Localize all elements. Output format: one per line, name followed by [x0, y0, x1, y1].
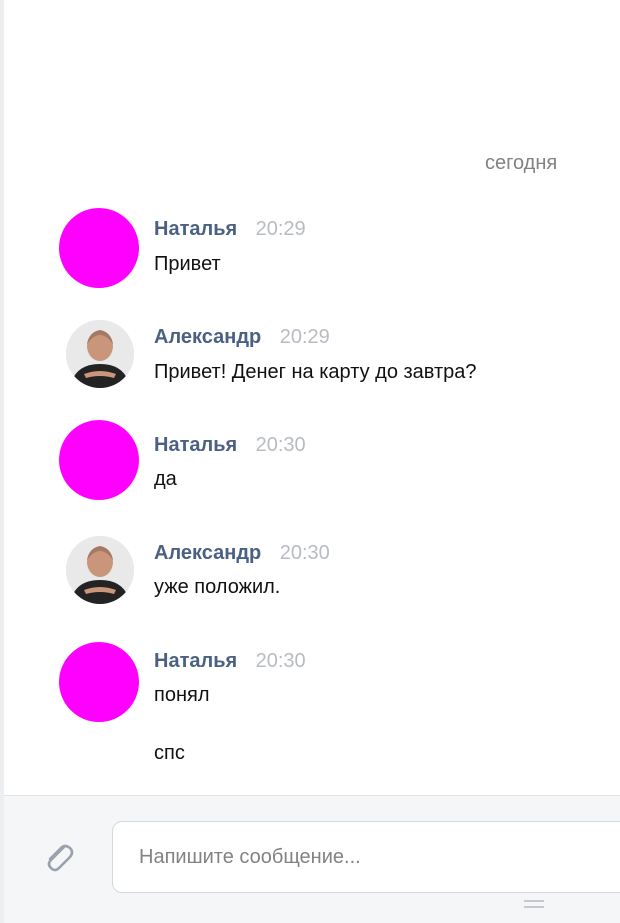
message-text: понял: [154, 684, 210, 706]
message-header: Наталья 20:30: [154, 650, 306, 676]
message-time[interactable]: 20:29: [280, 326, 330, 348]
message-header: Александр 20:30: [154, 542, 330, 568]
paperclip-icon[interactable]: [38, 837, 78, 877]
chat-history: сегодня Наталья 20:29 Привет Александр 2…: [4, 0, 620, 922]
resize-handle-icon[interactable]: [524, 900, 544, 908]
message-header: Наталья 20:29: [154, 218, 306, 244]
message-time[interactable]: 20:30: [256, 434, 306, 456]
message-time[interactable]: 20:30: [256, 650, 306, 672]
avatar-aleksandr[interactable]: [66, 536, 134, 604]
author-name[interactable]: Александр: [154, 326, 261, 348]
avatar-aleksandr[interactable]: [66, 320, 134, 388]
author-name[interactable]: Наталья: [154, 650, 237, 672]
message-text: Привет: [154, 253, 221, 275]
message-text: спс: [154, 742, 185, 764]
message-input[interactable]: Напишите сообщение...: [112, 821, 620, 893]
date-separator: сегодня: [485, 152, 558, 174]
author-name[interactable]: Наталья: [154, 434, 237, 456]
message-composer: Напишите сообщение...: [4, 795, 620, 923]
avatar-natalya[interactable]: [59, 208, 139, 288]
person-photo-icon: [66, 536, 134, 604]
author-name[interactable]: Александр: [154, 542, 261, 564]
avatar-natalya[interactable]: [59, 420, 139, 500]
message-input-placeholder: Напишите сообщение...: [139, 846, 361, 868]
message-text: уже положил.: [154, 576, 281, 598]
message-text: да: [154, 468, 177, 490]
avatar-natalya[interactable]: [59, 642, 139, 722]
person-photo-icon: [66, 320, 134, 388]
message-header: Наталья 20:30: [154, 434, 306, 460]
author-name[interactable]: Наталья: [154, 218, 237, 240]
message-text: Привет! Денег на карту до завтра?: [154, 361, 477, 383]
message-time[interactable]: 20:30: [280, 542, 330, 564]
message-header: Александр 20:29: [154, 326, 330, 352]
message-time[interactable]: 20:29: [256, 218, 306, 240]
